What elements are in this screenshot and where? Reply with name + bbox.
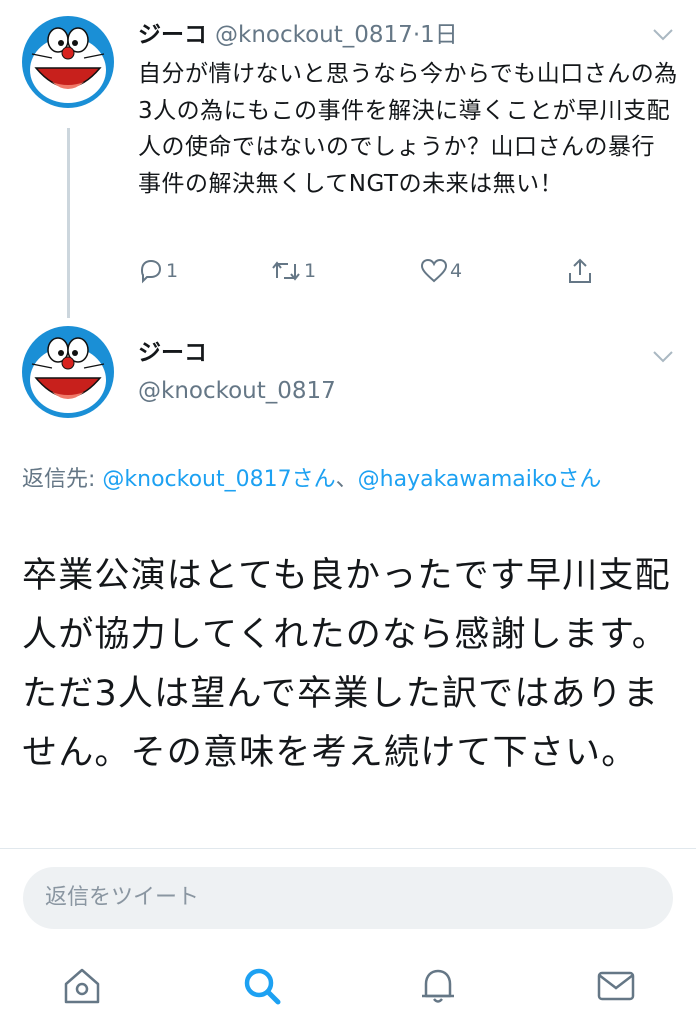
divider [0,848,696,849]
like-button[interactable]: 4 [420,254,462,288]
doraemon-avatar-icon [22,16,114,108]
mention-separator: 、 [335,467,358,492]
heart-icon [420,258,448,283]
tweet-actions: 1 1 4 [138,254,608,288]
tweet-text: 自分が情けないと思うなら今からでも山口さんの為3人の為にもこの事件を解決に導くこ… [138,61,678,197]
reply-button[interactable]: 1 [138,254,178,288]
avatar[interactable] [22,326,114,418]
reply-placeholder: 返信をツイート [45,885,200,910]
share-button[interactable] [566,254,594,288]
tweet-time[interactable]: 1日 [420,22,458,48]
mail-icon[interactable] [594,964,638,1008]
share-icon [569,258,591,283]
reply-input[interactable]: 返信をツイート [23,867,673,929]
search-icon[interactable] [240,964,284,1008]
tweet-header: ジーコ @knockout_0817·1日 [138,20,458,50]
display-name[interactable]: ジーコ [138,22,207,48]
retweet-button[interactable]: 1 [270,254,316,288]
chevron-down-icon[interactable] [652,350,674,364]
like-count: 4 [450,260,463,282]
mention-link[interactable]: @knockout_0817さん [102,467,335,492]
thread-line [67,128,70,318]
avatar[interactable] [22,16,114,108]
tweet-text: 卒業公演はとても良かったです早川支配人が協力してくれたのなら感謝します。ただ3人… [22,556,671,773]
user-handle[interactable]: @knockout_0817 [138,376,336,406]
user-handle[interactable]: @knockout_0817 [215,22,413,48]
bell-icon[interactable] [416,964,460,1008]
bottom-tab-bar [0,940,696,1016]
retweet-count: 1 [304,260,317,282]
reply-to-line: 返信先: @knockout_0817さん、@hayakawamaikoさん [22,462,682,498]
doraemon-avatar-icon [22,326,114,418]
reply-to-label: 返信先: [22,467,103,492]
reply-count: 1 [166,260,179,282]
home-icon[interactable] [60,964,104,1008]
mention-link[interactable]: @hayakawamaikoさん [358,467,602,492]
reply-icon [140,259,162,284]
display-name[interactable]: ジーコ [138,338,207,368]
retweet-icon [272,261,300,281]
chevron-down-icon[interactable] [652,28,674,42]
